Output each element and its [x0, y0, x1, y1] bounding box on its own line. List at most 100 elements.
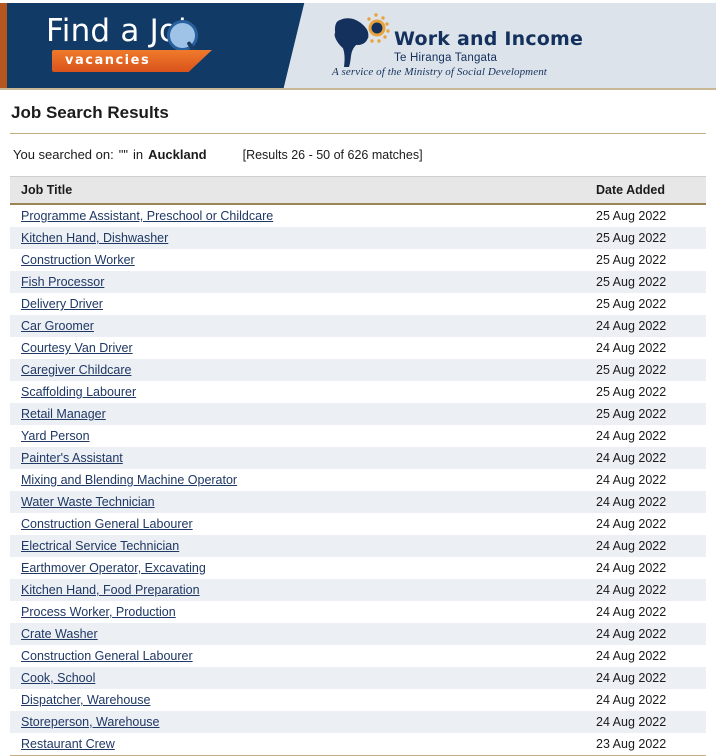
date-added-cell: 24 Aug 2022 [596, 451, 667, 465]
job-title-link[interactable]: Mixing and Blending Machine Operator [21, 473, 237, 487]
vacancies-badge-label: vacancies [52, 50, 164, 72]
date-added-cell: 24 Aug 2022 [596, 495, 667, 509]
job-title-cell: Kitchen Hand, Food Preparation [10, 579, 588, 601]
job-title-cell: Water Waste Technician [10, 491, 588, 513]
work-and-income-logo[interactable]: Work and Income Te Hiranga Tangata A ser… [332, 8, 672, 84]
job-title-link[interactable]: Construction General Labourer [21, 649, 193, 663]
date-added-cell: 25 Aug 2022 [596, 253, 667, 267]
job-title-cell: Construction Worker [10, 249, 588, 271]
table-row: Yard Person 24 Aug 2022 [10, 425, 706, 447]
job-title-link[interactable]: Fish Processor [21, 275, 104, 289]
date-added-cell: 23 Aug 2022 [588, 733, 706, 756]
job-title-link[interactable]: Courtesy Van Driver [21, 341, 133, 355]
date-added-cell: 24 Aug 2022 [596, 341, 667, 355]
job-title-cell: Storeperson, Warehouse [10, 711, 588, 733]
job-title-cell: Fish Processor [10, 271, 588, 293]
page-title: Job Search Results [11, 103, 169, 122]
job-title-link[interactable]: Process Worker, Production [21, 605, 176, 619]
job-title-link[interactable]: Storeperson, Warehouse [21, 715, 160, 729]
header-top-highlight [0, 0, 716, 3]
table-row: Water Waste Technician 24 Aug 2022 [10, 491, 706, 513]
work-and-income-maori-name: Te Hiranga Tangata [394, 52, 498, 64]
date-added-cell: 24 Aug 2022 [596, 671, 667, 685]
job-title-cell: Programme Assistant, Preschool or Childc… [10, 204, 588, 227]
date-added-cell: 25 Aug 2022 [596, 231, 667, 245]
job-title-link[interactable]: Yard Person [21, 429, 90, 443]
job-title-link[interactable]: Dispatcher, Warehouse [21, 693, 150, 707]
work-and-income-text: Work and Income Te Hiranga Tangata [394, 29, 583, 65]
job-title-cell: Mixing and Blending Machine Operator [10, 469, 588, 491]
date-added-cell: 25 Aug 2022 [596, 407, 667, 421]
job-title-link[interactable]: Delivery Driver [21, 297, 103, 311]
search-query-value: "" [118, 147, 128, 162]
job-title-cell: Car Groomer [10, 315, 588, 337]
table-row: Construction General Labourer 24 Aug 2022 [10, 513, 706, 535]
job-title-link[interactable]: Scaffolding Labourer [21, 385, 136, 399]
job-title-cell: Construction General Labourer [10, 645, 588, 667]
date-added-cell: 25 Aug 2022 [596, 385, 667, 399]
date-added-cell: 24 Aug 2022 [596, 583, 667, 597]
find-a-job-logo[interactable]: Find a Job vacancies [46, 14, 276, 76]
table-row: Crate Washer 24 Aug 2022 [10, 623, 706, 645]
job-title-cell: Restaurant Crew [10, 733, 588, 756]
job-title-link[interactable]: Retail Manager [21, 407, 106, 421]
date-added-cell: 24 Aug 2022 [596, 473, 667, 487]
job-title-cell: Painter's Assistant [10, 447, 588, 469]
job-title-cell: Crate Washer [10, 623, 588, 645]
job-title-link[interactable]: Kitchen Hand, Dishwasher [21, 231, 168, 245]
column-header-job-title[interactable]: Job Title [10, 177, 588, 205]
table-row: Delivery Driver 25 Aug 2022 [10, 293, 706, 315]
job-title-link[interactable]: Kitchen Hand, Food Preparation [21, 583, 200, 597]
job-title-link[interactable]: Programme Assistant, Preschool or Childc… [21, 209, 273, 223]
job-title-cell: Yard Person [10, 425, 588, 447]
job-title-cell: Cook, School [10, 667, 588, 689]
date-added-cell: 24 Aug 2022 [596, 539, 667, 553]
job-title-link[interactable]: Water Waste Technician [21, 495, 155, 509]
search-region-value: Auckland [148, 147, 207, 162]
results-table-container: Job Title Date Added Programme Assistant… [10, 176, 706, 756]
job-title-cell: Delivery Driver [10, 293, 588, 315]
table-row: Programme Assistant, Preschool or Childc… [10, 204, 706, 227]
table-row: Restaurant Crew 23 Aug 2022 [10, 733, 706, 756]
job-title-link[interactable]: Painter's Assistant [21, 451, 123, 465]
table-body: Programme Assistant, Preschool or Childc… [10, 204, 706, 756]
job-title-cell: Earthmover Operator, Excavating [10, 557, 588, 579]
table-row: Caregiver Childcare 25 Aug 2022 [10, 359, 706, 381]
date-added-cell: 24 Aug 2022 [596, 605, 667, 619]
date-added-cell: 24 Aug 2022 [596, 429, 667, 443]
job-title-link[interactable]: Cook, School [21, 671, 95, 685]
date-added-cell: 24 Aug 2022 [596, 517, 667, 531]
date-added-cell: 24 Aug 2022 [596, 627, 667, 641]
table-row: Cook, School 24 Aug 2022 [10, 667, 706, 689]
table-row: Earthmover Operator, Excavating 24 Aug 20… [10, 557, 706, 579]
job-title-link[interactable]: Electrical Service Technician [21, 539, 179, 553]
column-header-date-added[interactable]: Date Added [588, 177, 706, 205]
job-title-cell: Courtesy Van Driver [10, 337, 588, 359]
job-title-link[interactable]: Construction Worker [21, 253, 135, 267]
table-row: Courtesy Van Driver 24 Aug 2022 [10, 337, 706, 359]
job-title-link[interactable]: Earthmover Operator, Excavating [21, 561, 206, 575]
job-results-table: Job Title Date Added Programme Assistant… [10, 177, 706, 756]
search-prefix-label: You searched on: [13, 147, 114, 162]
title-divider [10, 133, 706, 134]
job-title-link[interactable]: Crate Washer [21, 627, 98, 641]
job-title-link[interactable]: Car Groomer [21, 319, 94, 333]
table-row: Fish Processor 25 Aug 2022 [10, 271, 706, 293]
job-title-link[interactable]: Caregiver Childcare [21, 363, 131, 377]
find-a-job-wordmark: Find a Job [46, 13, 199, 49]
table-row: Construction Worker 25 Aug 2022 [10, 249, 706, 271]
job-title-cell: Process Worker, Production [10, 601, 588, 623]
date-added-cell: 25 Aug 2022 [596, 363, 667, 377]
table-row: Scaffolding Labourer 25 Aug 2022 [10, 381, 706, 403]
job-title-link[interactable]: Restaurant Crew [21, 737, 115, 751]
date-added-cell: 25 Aug 2022 [596, 297, 667, 311]
job-title-cell: Scaffolding Labourer [10, 381, 588, 403]
work-and-income-name: Work and Income [394, 28, 584, 50]
header-orange-accent-bar [0, 2, 7, 88]
table-row: Car Groomer 24 Aug 2022 [10, 315, 706, 337]
table-row: Kitchen Hand, Dishwasher 25 Aug 2022 [10, 227, 706, 249]
results-count-label: [Results 26 - 50 of 626 matches] [242, 148, 423, 162]
vacancies-swoosh-icon [160, 50, 212, 72]
job-title-link[interactable]: Construction General Labourer [21, 517, 193, 531]
table-row: Retail Manager 25 Aug 2022 [10, 403, 706, 425]
